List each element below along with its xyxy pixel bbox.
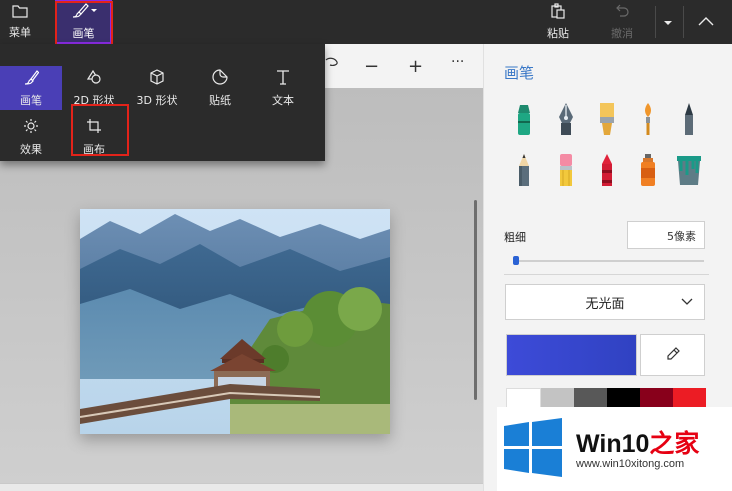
eyedropper-icon [665, 346, 681, 365]
finish-dropdown[interactable]: 无光面 [505, 284, 705, 320]
brush-icon [23, 69, 40, 88]
calligraphy-pen[interactable] [551, 99, 581, 139]
watermark-title: Win10之家 [576, 424, 699, 460]
collapse-toolbar-button[interactable] [688, 0, 724, 44]
undo-label: 撤消 [611, 27, 633, 40]
chevron-up-icon [698, 16, 714, 29]
tool-label: 贴纸 [209, 93, 231, 107]
pixel-pen[interactable] [674, 99, 704, 139]
chevron-down-icon [680, 294, 694, 312]
oil-brush[interactable] [592, 99, 622, 139]
panel-title: 画笔 [504, 64, 535, 82]
zoom-in-button[interactable]: + [408, 56, 423, 77]
tool-brushes[interactable]: 画笔 [0, 66, 62, 110]
panel-divider [504, 274, 709, 275]
marker-brush[interactable] [509, 99, 539, 139]
folder-icon [12, 4, 28, 21]
eraser[interactable] [551, 150, 581, 190]
tool-label: 画笔 [20, 93, 42, 107]
canvas-image[interactable] [80, 209, 390, 434]
undo-icon [614, 3, 630, 22]
tool-label: 效果 [20, 142, 42, 156]
menu-button[interactable]: 菜单 [2, 0, 38, 44]
thickness-input[interactable]: 5像素 [627, 221, 705, 249]
thickness-label: 粗细 [504, 231, 526, 244]
spray-can[interactable] [633, 150, 663, 190]
cube-icon [149, 68, 165, 88]
tool-text[interactable]: 文本 [252, 66, 314, 110]
finish-value: 无光面 [585, 296, 625, 312]
windows-logo-icon [502, 418, 564, 481]
fill-bucket[interactable] [674, 150, 704, 190]
toolbar-divider [683, 6, 684, 38]
watercolor-brush[interactable] [633, 99, 663, 139]
secondary-toolbar: − + ··· [325, 44, 483, 88]
zoom-out-button[interactable]: − [364, 56, 379, 77]
clipboard-icon [550, 3, 566, 22]
tool-stickers[interactable]: 贴纸 [189, 66, 251, 110]
tool-label: 文本 [272, 93, 294, 107]
horizontal-scrollbar[interactable] [0, 484, 483, 491]
tool-label: 3D 形状 [136, 93, 178, 107]
paste-button[interactable]: 粘贴 [540, 0, 576, 44]
current-color-swatch[interactable] [506, 334, 637, 376]
menu-label: 菜单 [9, 26, 31, 39]
watermark-title-suffix: 之家 [649, 430, 700, 458]
pencil[interactable] [509, 150, 539, 190]
undo-button[interactable]: 撤消 [604, 0, 640, 44]
vertical-scrollbar[interactable] [474, 200, 477, 400]
more-dropdown-button[interactable] [656, 0, 680, 44]
thickness-slider-thumb[interactable] [513, 256, 519, 265]
brushes-tab-highlight [55, 1, 113, 46]
watermark-title-prefix: Win10 [576, 430, 650, 458]
watermark-url: www.win10xitong.com [576, 458, 685, 470]
canvas-tool-highlight [71, 104, 129, 156]
sun-icon [23, 118, 39, 137]
tools-flyout-menu: 画笔 2D 形状 3D 形状 贴纸 文本 效果 画布 [0, 44, 325, 161]
sticker-icon [212, 68, 228, 88]
shapes-2d-icon [86, 69, 102, 88]
tool-effects[interactable]: 效果 [0, 115, 62, 159]
thickness-slider-track[interactable] [514, 260, 704, 262]
crayon[interactable] [592, 150, 622, 190]
tool-3d-shapes[interactable]: 3D 形状 [126, 66, 188, 110]
eyedropper-button[interactable] [640, 334, 705, 376]
lasso-icon[interactable] [325, 55, 339, 76]
caret-down-icon [663, 16, 673, 29]
more-options-button[interactable]: ··· [451, 54, 464, 70]
text-icon [275, 69, 291, 88]
paste-label: 粘贴 [547, 27, 569, 40]
